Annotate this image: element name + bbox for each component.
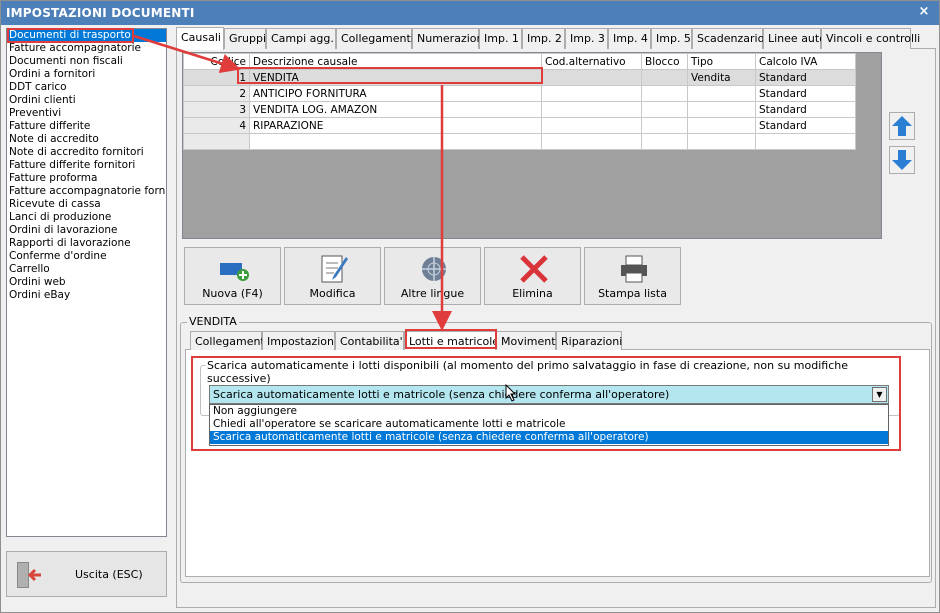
annotation-arrows	[133, 34, 452, 331]
